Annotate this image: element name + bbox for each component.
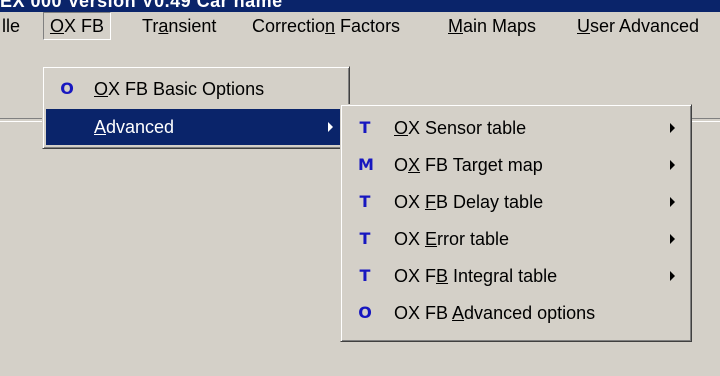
submenu-arrow-icon: [670, 234, 675, 244]
menu-item-ox-fb-basic-options[interactable]: O OX FB Basic Options: [46, 71, 346, 107]
menu-file[interactable]: lle: [0, 12, 26, 40]
window-title: EX 000 Version V0.49 Car name: [0, 0, 283, 11]
menu-ox-fb[interactable]: OX FB: [43, 12, 112, 40]
menu-item-ox-error-table[interactable]: T OX Error table: [344, 221, 688, 257]
divider-line: [0, 118, 44, 122]
table-icon: T: [359, 229, 371, 248]
menu-main-maps[interactable]: Main Maps: [442, 12, 542, 40]
submenu-arrow-icon: [670, 123, 675, 133]
table-icon: T: [359, 118, 371, 137]
menu-item-ox-sensor-table[interactable]: T OX Sensor table: [344, 110, 688, 146]
menu-transient[interactable]: Transient: [136, 12, 222, 40]
menu-item-ox-fb-delay-table[interactable]: T OX FB Delay table: [344, 184, 688, 220]
table-icon: T: [359, 192, 371, 211]
submenu-arrow-icon: [670, 197, 675, 207]
map-icon: M: [358, 155, 374, 174]
ox-fb-menu: O OX FB Basic Options Advanced: [42, 66, 350, 149]
submenu-arrow-icon: [328, 122, 333, 132]
menu-item-ox-fb-target-map[interactable]: M OX FB Target map: [344, 147, 688, 183]
options-icon: O: [60, 79, 74, 98]
menu-correction-factors[interactable]: Correction Factors: [246, 12, 406, 40]
menu-user-advanced[interactable]: User Advanced: [571, 12, 705, 40]
options-icon: O: [358, 303, 372, 322]
table-icon: T: [359, 266, 371, 285]
divider-line: [690, 118, 720, 122]
menu-bar: lle OX FB Transient Correction Factors M…: [0, 12, 720, 40]
title-bar: EX 000 Version V0.49 Car name: [0, 0, 720, 12]
advanced-submenu: T OX Sensor table M OX FB Target map T O…: [340, 104, 692, 342]
menu-item-ox-fb-advanced-options[interactable]: O OX FB Advanced options: [344, 295, 688, 331]
submenu-arrow-icon: [670, 160, 675, 170]
submenu-arrow-icon: [670, 271, 675, 281]
menu-item-ox-fb-integral-table[interactable]: T OX FB Integral table: [344, 258, 688, 294]
menu-item-advanced[interactable]: Advanced: [46, 109, 346, 145]
